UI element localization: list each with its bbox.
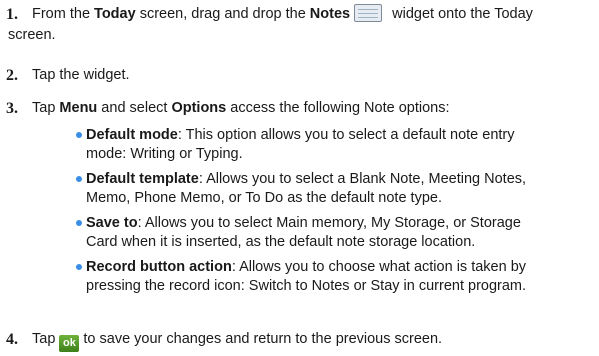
step-number: 2. — [6, 67, 18, 84]
step-text-part: access the following Note options: — [226, 100, 450, 116]
step-text-part: Tap — [32, 331, 56, 347]
option-item: Default mode: This option allows you to … — [76, 126, 591, 164]
bullet-icon — [76, 176, 82, 182]
option-term: Save to — [86, 215, 138, 231]
notes-widget-icon — [354, 4, 383, 22]
step-text-part: screen, drag and drop the — [135, 6, 310, 22]
step-text: Tap Menu and select Options access the f… — [32, 98, 592, 119]
ok-button-icon: ok — [59, 335, 80, 352]
step-keyword: Menu — [59, 100, 98, 116]
option-desc: : Allows you to select Main memory, My S… — [137, 215, 521, 231]
option-desc-continued: mode: Writing or Typing. — [86, 146, 243, 162]
option-item: Save to: Allows you to select Main memor… — [76, 214, 591, 252]
option-desc-continued: Memo, Phone Memo, or To Do as the defaul… — [86, 190, 442, 206]
step-text-part: From the — [32, 6, 95, 22]
option-item: Record button action: Allows you to choo… — [76, 258, 591, 296]
option-term: Record button action — [86, 259, 232, 275]
step-text: From the Today screen, drag and drop the… — [32, 4, 592, 25]
bullet-icon — [76, 132, 82, 138]
step-text-part: Tap — [32, 100, 60, 116]
step-number: 3. — [6, 100, 18, 117]
step-text-part: to save your changes and return to the p… — [83, 331, 443, 347]
step-keyword: Today — [94, 6, 136, 22]
step-keyword: Notes — [309, 6, 351, 22]
bullet-icon — [76, 220, 82, 226]
step-text: Tap ok to save your changes and return to … — [32, 329, 592, 352]
step-text-part: and select — [97, 100, 172, 116]
option-item: Default template: Allows you to select a… — [76, 170, 591, 208]
step-number: 4. — [6, 331, 18, 348]
step-number: 1. — [6, 6, 18, 23]
step-text: Tap the widget. — [32, 67, 130, 83]
option-desc: : This option allows you to select a def… — [177, 127, 515, 143]
option-desc-continued: pressing the record icon: Switch to Note… — [86, 278, 527, 294]
step-keyword: Options — [171, 100, 227, 116]
option-term: Default template — [86, 171, 199, 187]
instruction-page: 1. From the Today screen, drag and drop … — [0, 0, 599, 356]
bullet-icon — [76, 264, 82, 270]
option-desc: : Allows you to choose what action is ta… — [231, 259, 527, 275]
option-desc-continued: Card when it is inserted, as the default… — [86, 234, 476, 250]
option-desc: : Allows you to select a Blank Note, Mee… — [198, 171, 527, 187]
option-term: Default mode — [86, 127, 178, 143]
step-text-part: widget onto the Today — [388, 6, 533, 22]
step-text-continued: screen. — [8, 27, 56, 43]
